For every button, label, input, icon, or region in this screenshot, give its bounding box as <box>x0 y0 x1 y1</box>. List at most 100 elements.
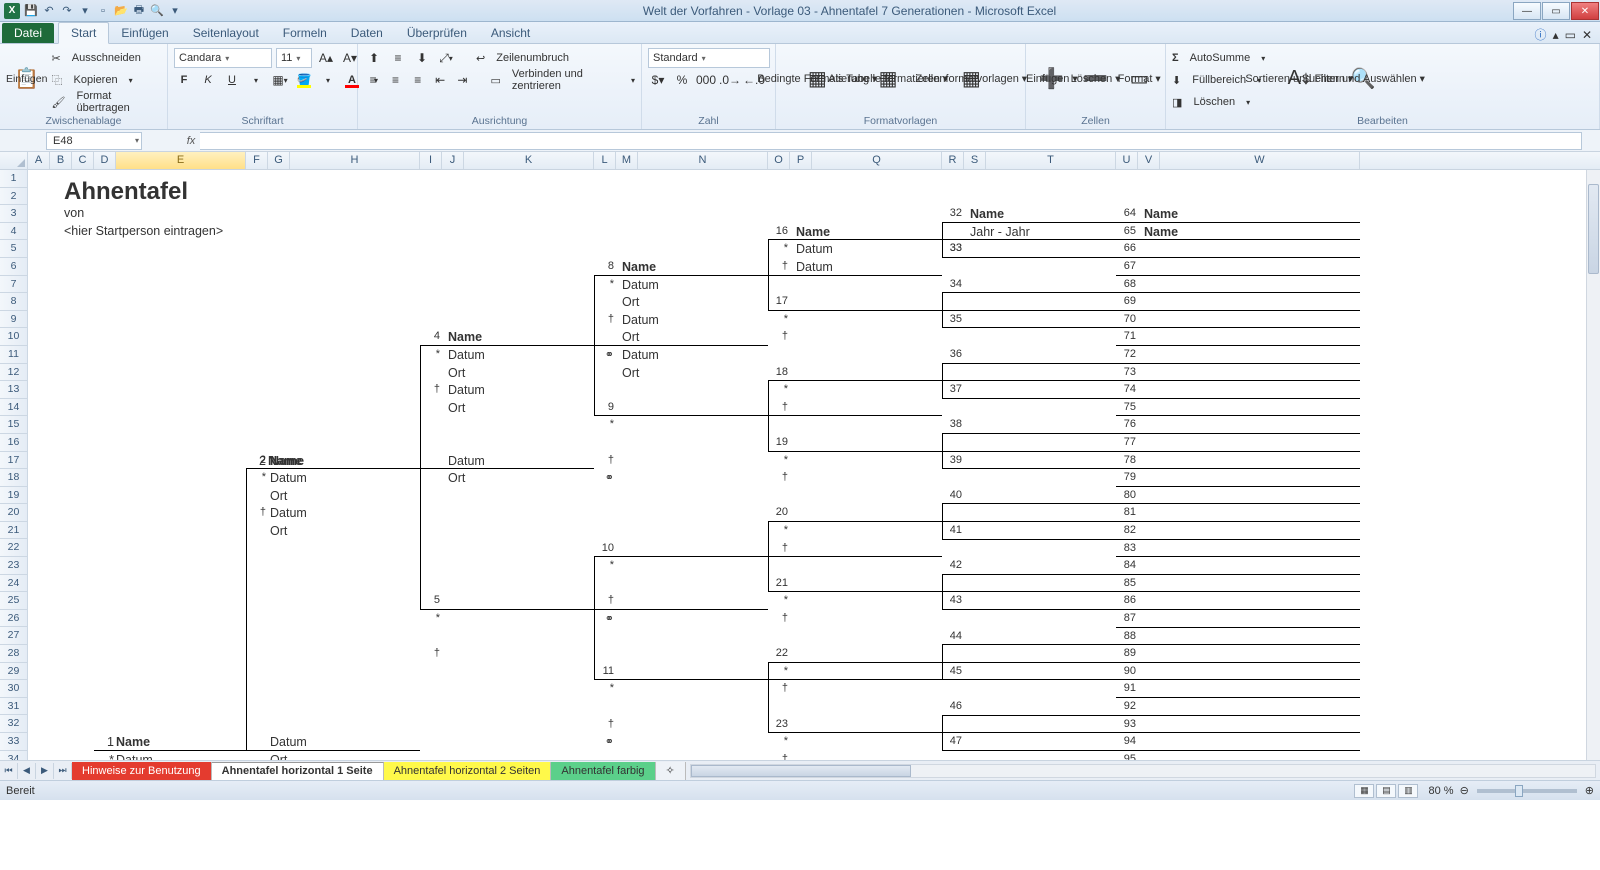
maximize-button[interactable]: ▭ <box>1542 2 1570 20</box>
name-box[interactable]: E48▾ <box>46 132 142 150</box>
sheet-tab-h2[interactable]: Ahnentafel horizontal 2 Seiten <box>384 762 552 780</box>
row-header-7[interactable]: 7 <box>0 276 27 294</box>
align-center-icon[interactable]: ≡ <box>386 70 404 90</box>
format-as-table-button[interactable]: ▦Als Tabelle formatieren ▾ <box>857 46 920 110</box>
row-header-15[interactable]: 15 <box>0 416 27 434</box>
zoom-slider[interactable] <box>1477 789 1577 793</box>
row-header-22[interactable]: 22 <box>0 539 27 557</box>
font-size-combo[interactable]: 11▾ <box>276 48 312 68</box>
currency-icon[interactable]: $▾ <box>648 70 668 90</box>
restore-workbook-icon[interactable]: ▭ <box>1565 28 1576 42</box>
row-header-27[interactable]: 27 <box>0 627 27 645</box>
col-header-R[interactable]: R <box>942 152 964 169</box>
row-header-6[interactable]: 6 <box>0 258 27 276</box>
new-sheet-button[interactable]: ✧ <box>656 762 686 780</box>
col-header-V[interactable]: V <box>1138 152 1160 169</box>
minimize-button[interactable]: — <box>1513 2 1541 20</box>
col-header-S[interactable]: S <box>964 152 986 169</box>
tab-daten[interactable]: Daten <box>339 23 395 43</box>
zoom-out-button[interactable]: ⊖ <box>1460 784 1469 797</box>
row-header-9[interactable]: 9 <box>0 311 27 329</box>
paste-button[interactable]: 📋 Einfügen <box>6 46 47 110</box>
scroll-thumb[interactable] <box>691 765 911 777</box>
col-header-U[interactable]: U <box>1116 152 1138 169</box>
format-cells-button[interactable]: ▭Format ▾ <box>1119 46 1159 110</box>
underline-button[interactable]: U <box>222 70 242 90</box>
col-header-H[interactable]: H <box>290 152 420 169</box>
row-header-26[interactable]: 26 <box>0 610 27 628</box>
worksheet-grid[interactable]: ABCDEFGHIJKLMNOPQRSTUVW 1234567891011121… <box>0 152 1600 760</box>
cut-button[interactable]: ✂ Ausschneiden <box>51 48 161 68</box>
row-header-16[interactable]: 16 <box>0 434 27 452</box>
borders-button[interactable]: ▦▾ <box>270 70 290 90</box>
row-header-32[interactable]: 32 <box>0 715 27 733</box>
col-header-Q[interactable]: Q <box>812 152 942 169</box>
sheet-tab-hinweise[interactable]: Hinweise zur Benutzung <box>72 762 212 780</box>
row-header-11[interactable]: 11 <box>0 346 27 364</box>
delete-cells-button[interactable]: ➖Löschen ▾ <box>1076 46 1116 110</box>
percent-icon[interactable]: % <box>672 70 692 90</box>
number-format-combo[interactable]: Standard▾ <box>648 48 770 68</box>
col-header-N[interactable]: N <box>638 152 768 169</box>
row-header-23[interactable]: 23 <box>0 557 27 575</box>
row-header-1[interactable]: 1 <box>0 170 27 188</box>
tab-nav-next[interactable]: ▶ <box>36 763 54 779</box>
tab-ueberpruefen[interactable]: Überprüfen <box>395 23 479 43</box>
clear-button[interactable]: ◨ Löschen ▾ <box>1172 92 1265 112</box>
autosum-button[interactable]: Σ AutoSumme ▾ <box>1172 48 1265 68</box>
italic-button[interactable]: K <box>198 70 218 90</box>
qat-btn-1[interactable]: ▾ <box>78 4 92 18</box>
col-header-A[interactable]: A <box>28 152 50 169</box>
open-icon[interactable]: 📂 <box>114 4 128 18</box>
increase-decimal-icon[interactable]: .0→ <box>720 70 740 90</box>
fill-color-button[interactable]: 🪣 <box>294 70 314 90</box>
page-break-view-icon[interactable]: ▥ <box>1398 784 1418 798</box>
row-header-2[interactable]: 2 <box>0 188 27 206</box>
col-header-E[interactable]: E <box>116 152 246 169</box>
col-header-F[interactable]: F <box>246 152 268 169</box>
formula-input[interactable] <box>200 132 1582 150</box>
row-header-29[interactable]: 29 <box>0 663 27 681</box>
font-name-combo[interactable]: Candara▾ <box>174 48 272 68</box>
bold-button[interactable]: F <box>174 70 194 90</box>
redo-icon[interactable]: ↷ <box>60 4 74 18</box>
align-top-icon[interactable]: ⬆ <box>364 48 384 68</box>
row-header-8[interactable]: 8 <box>0 293 27 311</box>
vertical-scrollbar[interactable] <box>1586 170 1600 760</box>
col-header-J[interactable]: J <box>442 152 464 169</box>
col-header-G[interactable]: G <box>268 152 290 169</box>
wrap-text-button[interactable]: ↩ Zeilenumbruch <box>476 48 569 68</box>
sheet-tab-farbig[interactable]: Ahnentafel farbig <box>551 762 655 780</box>
preview-icon[interactable]: 🔍 <box>150 4 164 18</box>
align-right-icon[interactable]: ≡ <box>409 70 427 90</box>
row-header-13[interactable]: 13 <box>0 381 27 399</box>
col-header-I[interactable]: I <box>420 152 442 169</box>
grow-font-icon[interactable]: A▴ <box>316 48 336 68</box>
col-header-B[interactable]: B <box>50 152 72 169</box>
tab-nav-prev[interactable]: ◀ <box>18 763 36 779</box>
merge-center-button[interactable]: ▭ Verbinden und zentrieren ▾ <box>490 70 635 90</box>
close-button[interactable]: ✕ <box>1571 2 1599 20</box>
fx-icon[interactable]: fx <box>182 135 200 147</box>
tab-seitenlayout[interactable]: Seitenlayout <box>181 23 271 43</box>
col-header-W[interactable]: W <box>1160 152 1360 169</box>
row-header-31[interactable]: 31 <box>0 698 27 716</box>
close-workbook-icon[interactable]: ✕ <box>1582 28 1592 42</box>
normal-view-icon[interactable]: ▦ <box>1354 784 1374 798</box>
tab-file[interactable]: Datei <box>2 23 54 43</box>
row-header-30[interactable]: 30 <box>0 680 27 698</box>
col-header-P[interactable]: P <box>790 152 812 169</box>
tab-nav-last[interactable]: ⏭ <box>54 763 72 779</box>
help-icon[interactable]: ⓘ <box>1535 26 1547 43</box>
row-header-34[interactable]: 34 <box>0 751 27 760</box>
undo-icon[interactable]: ↶ <box>42 4 56 18</box>
align-left-icon[interactable]: ≡ <box>364 70 382 90</box>
row-header-20[interactable]: 20 <box>0 504 27 522</box>
format-painter-button[interactable]: 🖌 Format übertragen <box>51 92 161 112</box>
decrease-indent-icon[interactable]: ⇤ <box>431 70 449 90</box>
col-header-D[interactable]: D <box>94 152 116 169</box>
tab-start[interactable]: Start <box>58 22 109 44</box>
sheet-tab-h1[interactable]: Ahnentafel horizontal 1 Seite <box>212 762 384 780</box>
select-all-button[interactable] <box>0 152 28 169</box>
row-header-21[interactable]: 21 <box>0 522 27 540</box>
